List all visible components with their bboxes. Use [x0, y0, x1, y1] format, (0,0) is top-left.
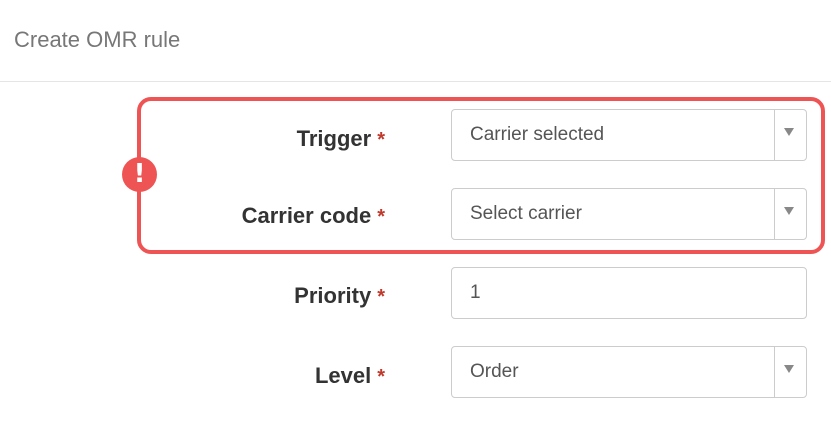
trigger-label-text: Trigger	[296, 126, 372, 151]
required-asterisk: *	[377, 129, 385, 151]
level-label: Level *	[315, 362, 385, 391]
level-select[interactable]: Order	[451, 346, 807, 398]
chevron-down-icon	[784, 128, 794, 136]
carrier-code-label-text: Carrier code	[241, 203, 372, 228]
priority-input-value: 1	[470, 282, 481, 303]
page-header: Create OMR rule	[0, 0, 831, 82]
trigger-dropdown-toggle[interactable]	[774, 110, 806, 160]
trigger-label: Trigger *	[297, 125, 385, 154]
trigger-select[interactable]: Carrier selected	[451, 109, 807, 161]
carrier-code-select[interactable]: Select carrier	[451, 188, 807, 240]
required-asterisk: *	[377, 366, 385, 388]
page-title: Create OMR rule	[14, 27, 181, 52]
level-label-text: Level	[314, 363, 372, 388]
level-dropdown-toggle[interactable]	[774, 347, 806, 397]
priority-input[interactable]: 1	[451, 267, 807, 319]
trigger-select-value: Carrier selected	[470, 124, 605, 145]
exclamation-icon: !	[122, 157, 157, 192]
carrier-code-dropdown-toggle[interactable]	[774, 189, 806, 239]
chevron-down-icon	[784, 207, 794, 215]
required-asterisk: *	[377, 286, 385, 308]
chevron-down-icon	[784, 365, 794, 373]
carrier-code-select-value: Select carrier	[470, 203, 582, 224]
level-select-value: Order	[470, 361, 519, 382]
priority-label: Priority *	[294, 282, 385, 311]
carrier-code-label: Carrier code *	[242, 202, 385, 231]
required-asterisk: *	[377, 206, 385, 228]
priority-label-text: Priority	[294, 283, 372, 308]
